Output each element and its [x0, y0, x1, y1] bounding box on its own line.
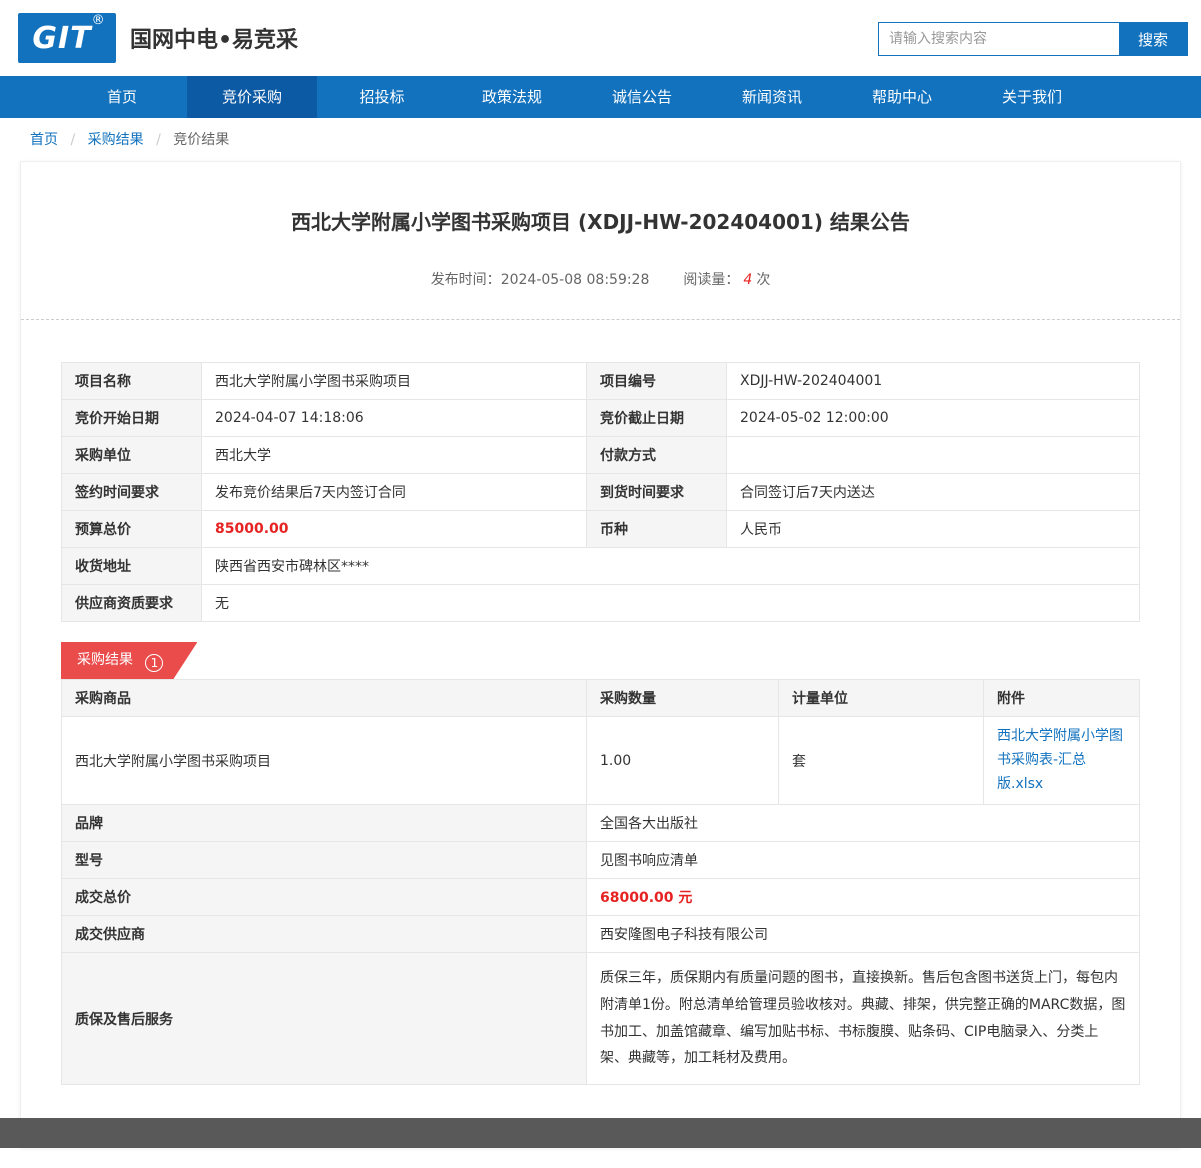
nav-item-home[interactable]: 首页 [57, 76, 187, 118]
table-row: 签约时间要求 发布竞价结果后7天内签订合同 到货时间要求 合同签订后7天内送达 [62, 474, 1140, 511]
product-quantity: 1.00 [587, 717, 779, 805]
info-label: 采购单位 [62, 437, 202, 474]
info-value: 陕西省西安市碑林区**** [202, 548, 1140, 585]
column-header: 附件 [984, 680, 1140, 717]
project-info-table: 项目名称 西北大学附属小学图书采购项目 项目编号 XDJJ-HW-2024040… [61, 362, 1140, 622]
budget-total-value: 85000.00 [202, 511, 587, 548]
table-row: 项目名称 西北大学附属小学图书采购项目 项目编号 XDJJ-HW-2024040… [62, 363, 1140, 400]
attachment-link[interactable]: 西北大学附属小学图书采购表-汇总版.xlsx [997, 725, 1126, 796]
info-label: 币种 [587, 511, 727, 548]
detail-value: 全国各大出版社 [587, 805, 1140, 842]
breadcrumb-purchase-results[interactable]: 采购结果 [88, 132, 144, 148]
breadcrumb-home[interactable]: 首页 [30, 132, 58, 148]
info-label: 项目编号 [587, 363, 727, 400]
info-value: 西北大学附属小学图书采购项目 [202, 363, 587, 400]
search-button[interactable]: 搜索 [1119, 23, 1187, 55]
result-count-badge: 1 [145, 654, 163, 672]
publish-time-label: 发布时间： [431, 272, 501, 288]
info-value: 发布竞价结果后7天内签订合同 [202, 474, 587, 511]
product-unit: 套 [779, 717, 984, 805]
purchase-result-table: 采购商品 采购数量 计量单位 附件 西北大学附属小学图书采购项目 1.00 套 … [61, 679, 1140, 1085]
table-row: 品牌 全国各大出版社 [62, 805, 1140, 842]
column-header: 采购数量 [587, 680, 779, 717]
publish-time-value: 2024-05-08 08:59:28 [501, 272, 650, 288]
detail-label: 品牌 [62, 805, 587, 842]
column-header: 计量单位 [779, 680, 984, 717]
breadcrumb-current: 竞价结果 [173, 132, 229, 148]
info-label: 签约时间要求 [62, 474, 202, 511]
nav-item-about[interactable]: 关于我们 [967, 76, 1097, 118]
info-label: 预算总价 [62, 511, 202, 548]
views-unit: 次 [756, 272, 770, 288]
warranty-service-text: 质保三年，质保期内有质量问题的图书，直接换新。售后包含图书送货上门，每包内附清单… [587, 953, 1140, 1084]
detail-value: 见图书响应清单 [587, 842, 1140, 879]
detail-label: 成交总价 [62, 879, 587, 916]
info-value: 合同签订后7天内送达 [727, 474, 1140, 511]
table-row: 质保及售后服务 质保三年，质保期内有质量问题的图书，直接换新。售后包含图书送货上… [62, 953, 1140, 1084]
breadcrumb: 首页 / 采购结果 / 竞价结果 [0, 118, 1201, 161]
info-label: 项目名称 [62, 363, 202, 400]
info-value: 无 [202, 585, 1140, 622]
nav-item-bidding-purchase[interactable]: 竞价采购 [187, 76, 317, 118]
views-count: 4 [743, 272, 752, 288]
deal-total-price: 68000.00 元 [587, 879, 1140, 916]
tab-label: 采购结果 [77, 652, 133, 668]
announcement-card: 西北大学附属小学图书采购项目 (XDJJ-HW-202404001) 结果公告 … [20, 161, 1181, 1148]
table-row: 预算总价 85000.00 币种 人民币 [62, 511, 1140, 548]
column-header: 采购商品 [62, 680, 587, 717]
info-label: 竞价开始日期 [62, 400, 202, 437]
page-title: 西北大学附属小学图书采购项目 (XDJJ-HW-202404001) 结果公告 [61, 206, 1140, 235]
registered-trademark-icon: ® [92, 13, 106, 28]
top-header: GIT® 国网中电•易竞采 搜索 [0, 0, 1201, 76]
views-label: 阅读量： [683, 272, 739, 288]
table-row: 成交供应商 西安隆图电子科技有限公司 [62, 916, 1140, 953]
winning-supplier: 西安隆图电子科技有限公司 [587, 916, 1140, 953]
nav-item-policy[interactable]: 政策法规 [447, 76, 577, 118]
tab-purchase-result[interactable]: 采购结果 1 [61, 642, 197, 679]
search-input[interactable] [879, 23, 1119, 55]
breadcrumb-separator: / [156, 132, 161, 148]
divider [21, 319, 1180, 320]
info-label: 付款方式 [587, 437, 727, 474]
nav-item-integrity[interactable]: 诚信公告 [577, 76, 707, 118]
table-row: 采购单位 西北大学 付款方式 [62, 437, 1140, 474]
table-row: 竞价开始日期 2024-04-07 14:18:06 竞价截止日期 2024-0… [62, 400, 1140, 437]
logo-text: GIT® [32, 21, 101, 56]
table-row: 成交总价 68000.00 元 [62, 879, 1140, 916]
site-logo[interactable]: GIT® [18, 13, 116, 63]
table-row: 西北大学附属小学图书采购项目 1.00 套 西北大学附属小学图书采购表-汇总版.… [62, 717, 1140, 805]
search-bar: 搜索 [878, 22, 1188, 56]
info-label: 竞价截止日期 [587, 400, 727, 437]
table-row: 型号 见图书响应清单 [62, 842, 1140, 879]
detail-label: 成交供应商 [62, 916, 587, 953]
table-header-row: 采购商品 采购数量 计量单位 附件 [62, 680, 1140, 717]
breadcrumb-separator: / [70, 132, 75, 148]
table-row: 供应商资质要求 无 [62, 585, 1140, 622]
info-label: 供应商资质要求 [62, 585, 202, 622]
nav-item-help[interactable]: 帮助中心 [837, 76, 967, 118]
info-value: XDJJ-HW-202404001 [727, 363, 1140, 400]
product-name: 西北大学附属小学图书采购项目 [62, 717, 587, 805]
main-nav: 首页 竞价采购 招投标 政策法规 诚信公告 新闻资讯 帮助中心 关于我们 [0, 76, 1201, 118]
info-value [727, 437, 1140, 474]
nav-item-tender[interactable]: 招投标 [317, 76, 447, 118]
info-value: 2024-05-02 12:00:00 [727, 400, 1140, 437]
info-value: 2024-04-07 14:18:06 [202, 400, 587, 437]
info-label: 收货地址 [62, 548, 202, 585]
detail-label: 质保及售后服务 [62, 953, 587, 1084]
page-footer [0, 1118, 1201, 1148]
info-value: 人民币 [727, 511, 1140, 548]
info-label: 到货时间要求 [587, 474, 727, 511]
article-meta: 发布时间：2024-05-08 08:59:28 阅读量：4次 [61, 269, 1140, 289]
detail-label: 型号 [62, 842, 587, 879]
info-value: 西北大学 [202, 437, 587, 474]
nav-item-news[interactable]: 新闻资讯 [707, 76, 837, 118]
table-row: 收货地址 陕西省西安市碑林区**** [62, 548, 1140, 585]
site-title: 国网中电•易竞采 [130, 22, 298, 54]
